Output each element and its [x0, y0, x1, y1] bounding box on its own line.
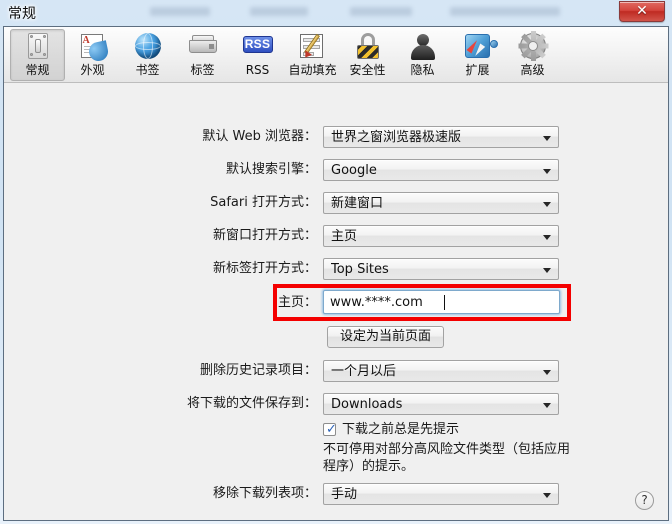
default-search-dropdown[interactable]: Google: [323, 159, 559, 181]
row-remove-history: 删除历史记录项目：: [117, 360, 317, 382]
safari-open-label: Safari 打开方式：: [210, 195, 317, 210]
row-default-browser: 默认 Web 浏览器：: [117, 126, 317, 148]
lock-icon: [352, 32, 384, 62]
new-tab-open-value: Top Sites: [331, 262, 389, 277]
prompt-note-text: 不可停用对部分高风险文件类型（包括应用程序）的提示。: [323, 442, 571, 474]
row-download-location: 将下载的文件保存到：: [117, 393, 317, 415]
row-new-tab-open: 新标签打开方式：: [117, 258, 317, 280]
window-title: 常规: [8, 6, 36, 22]
person-icon: [407, 32, 439, 62]
autofill-icon: [297, 32, 329, 62]
default-browser-label: 默认 Web 浏览器：: [202, 129, 317, 144]
homepage-input[interactable]: www.****.com: [323, 290, 560, 314]
safari-open-value: 新建窗口: [331, 196, 384, 211]
tabs-icon: [187, 32, 219, 62]
preferences-window: 常规 A 外观 书签 标签 RSS RSS 自动填充 安全性 隐私 扩展 高级 …: [3, 26, 669, 521]
tab-label: 外观: [80, 63, 105, 77]
row-default-search: 默认搜索引擎：: [117, 159, 317, 181]
default-browser-value: 世界之窗浏览器极速版: [331, 130, 462, 145]
safari-open-dropdown[interactable]: 新建窗口: [323, 192, 559, 214]
tab-label: 隐私: [410, 63, 435, 77]
title-bar: 常规 ✕: [0, 0, 672, 26]
checkmark-icon: ✓: [326, 422, 337, 437]
rss-badge-text: RSS: [242, 36, 273, 53]
remove-list-items-value: 手动: [331, 487, 358, 502]
chevron-down-icon: [543, 403, 551, 408]
tab-extensions[interactable]: 扩展: [450, 29, 505, 81]
chevron-down-icon: [543, 268, 551, 273]
row-new-window-open: 新窗口打开方式：: [117, 225, 317, 247]
tab-label: RSS: [245, 63, 270, 77]
download-location-value: Downloads: [331, 397, 403, 412]
help-button[interactable]: ?: [635, 491, 654, 510]
close-button[interactable]: ✕: [619, 1, 665, 22]
tab-security[interactable]: 安全性: [340, 29, 395, 81]
row-homepage: 主页：: [117, 291, 317, 315]
remove-history-value: 一个月以后: [331, 364, 397, 379]
appearance-icon: A: [77, 32, 110, 63]
preferences-toolbar: 常规 A 外观 书签 标签 RSS RSS 自动填充 安全性 隐私 扩展 高级: [4, 27, 668, 83]
new-tab-open-label: 新标签打开方式：: [212, 261, 317, 276]
general-icon: [22, 32, 54, 62]
text-caret: [444, 295, 445, 310]
remove-list-items-dropdown[interactable]: 手动: [323, 483, 559, 505]
row-remove-list-items: 移除下载列表项：: [117, 483, 317, 505]
globe-icon: [132, 32, 164, 62]
always-prompt-checkbox[interactable]: ✓: [323, 422, 337, 437]
new-window-open-label: 新窗口打开方式：: [212, 228, 317, 243]
tab-advanced[interactable]: 高级: [505, 29, 560, 81]
chevron-down-icon: [543, 169, 551, 174]
new-tab-open-dropdown[interactable]: Top Sites: [323, 258, 559, 280]
row-safari-open: Safari 打开方式：: [117, 192, 317, 214]
tab-privacy[interactable]: 隐私: [395, 29, 450, 81]
remove-list-items-label: 移除下载列表项：: [212, 486, 317, 501]
puzzle-icon: [462, 32, 498, 62]
chevron-down-icon: [543, 493, 551, 498]
tab-label: 高级: [520, 63, 545, 77]
set-current-page-button[interactable]: 设定为当前页面: [327, 326, 444, 348]
tab-label: 自动填充: [288, 63, 337, 77]
tab-autofill[interactable]: 自动填充: [285, 29, 340, 81]
new-window-open-dropdown[interactable]: 主页: [323, 225, 559, 247]
remove-history-label: 删除历史记录项目：: [199, 363, 317, 378]
tab-tabs[interactable]: 标签: [175, 29, 230, 81]
chevron-down-icon: [543, 136, 551, 141]
homepage-label: 主页：: [277, 295, 317, 310]
chevron-down-icon: [543, 370, 551, 375]
download-location-dropdown[interactable]: Downloads: [323, 393, 559, 415]
tab-label: 安全性: [349, 63, 386, 77]
default-search-label: 默认搜索引擎：: [225, 162, 317, 177]
chevron-down-icon: [543, 202, 551, 207]
remove-history-dropdown[interactable]: 一个月以后: [323, 360, 559, 382]
tab-appearance[interactable]: A 外观: [65, 29, 120, 81]
tab-rss[interactable]: RSS RSS: [230, 29, 285, 81]
chevron-down-icon: [543, 235, 551, 240]
rss-icon: RSS: [242, 32, 274, 62]
default-browser-dropdown[interactable]: 世界之窗浏览器极速版: [323, 126, 559, 148]
tab-bookmarks[interactable]: 书签: [120, 29, 175, 81]
always-prompt-row: ✓ 下载之前总是先提示: [323, 421, 563, 439]
general-settings-panel: 默认 Web 浏览器： 世界之窗浏览器极速版 默认搜索引擎： Google Sa…: [4, 83, 668, 520]
default-search-value: Google: [331, 163, 377, 178]
tab-label: 标签: [190, 63, 215, 77]
tab-label: 常规: [25, 63, 50, 77]
gear-icon: [517, 31, 549, 62]
new-window-open-value: 主页: [331, 229, 358, 244]
tab-general[interactable]: 常规: [10, 29, 65, 81]
tab-label: 书签: [135, 63, 160, 77]
homepage-value: www.****.com: [330, 295, 423, 310]
download-location-label: 将下载的文件保存到：: [186, 396, 317, 411]
tab-label: 扩展: [465, 63, 490, 77]
close-icon: ✕: [636, 3, 648, 19]
titlebar-blurred-background: [150, 2, 570, 24]
always-prompt-label: 下载之前总是先提示: [342, 422, 460, 437]
